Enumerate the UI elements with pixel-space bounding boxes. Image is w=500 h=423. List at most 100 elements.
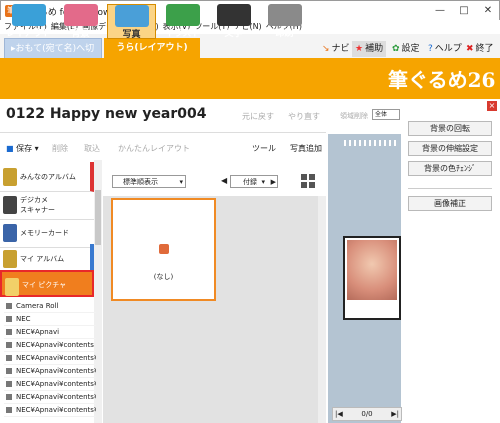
folder-item[interactable]: NEC¥Apnavi¥contents¥... bbox=[4, 365, 96, 378]
toolbar-layout-label: レイアウト bbox=[5, 29, 51, 39]
toolbar-photo-label: 写真 bbox=[122, 30, 141, 40]
layout-icon bbox=[11, 4, 46, 26]
tools-button[interactable]: ツール bbox=[252, 143, 276, 154]
toolbar-layout-button[interactable]: レイアウト bbox=[4, 4, 53, 39]
photo-card[interactable]: (なし) bbox=[111, 198, 216, 301]
undo-button[interactable]: 元に戻す bbox=[242, 111, 274, 122]
navi-arrow-icon: ↘ bbox=[322, 44, 330, 54]
folder-item[interactable]: NEC¥Apnavi¥contents¥... bbox=[4, 378, 96, 391]
question-icon: ? bbox=[428, 44, 433, 54]
tab-front-address[interactable]: ▸おもて(宛て名)へ切替 bbox=[4, 38, 102, 74]
sidebar-item-label: マイ ピクチャ bbox=[22, 281, 67, 289]
image-correction-button[interactable]: 画像補正 bbox=[408, 196, 492, 211]
grid-view-icon[interactable] bbox=[300, 173, 316, 189]
chevron-down-icon: ▾ bbox=[261, 178, 265, 186]
document-title: 0122 Happy new year004 bbox=[6, 106, 207, 122]
toolbar-photo-button[interactable]: 写真 bbox=[107, 4, 156, 40]
zoom-select[interactable]: 全体 bbox=[372, 109, 400, 120]
sidebar-item-everyone-album[interactable]: みんなのアルバム bbox=[0, 162, 94, 192]
toolbar-text-button[interactable]: 文字 bbox=[209, 4, 258, 39]
next-arrow-icon: ▶ bbox=[270, 178, 276, 186]
sidebar-scroll-thumb[interactable] bbox=[95, 190, 101, 245]
sidebar-item-camera-scanner[interactable]: デジカメ スキャナー bbox=[0, 190, 94, 220]
toolbar-print-button[interactable]: 印刷 bbox=[260, 4, 309, 39]
toolbar-text-label: 文字 bbox=[224, 29, 243, 39]
folder-item[interactable]: NEC bbox=[4, 313, 96, 326]
folder-item[interactable]: NEC¥Apnavi¥contents bbox=[4, 339, 96, 352]
toolbar-background-button[interactable]: 背景 bbox=[56, 4, 105, 39]
album-icon bbox=[3, 250, 17, 268]
assist-label: 補助 bbox=[365, 44, 384, 54]
album-icon bbox=[3, 168, 17, 186]
prev-arrow-icon[interactable]: ◀ bbox=[221, 176, 227, 185]
delete-button[interactable]: 削除 bbox=[52, 143, 68, 154]
floppy-icon: ■ bbox=[6, 144, 14, 153]
navi-label: ナビ bbox=[331, 44, 350, 54]
maximize-button[interactable]: □ bbox=[453, 3, 475, 18]
sidebar-item-label: マイ アルバム bbox=[20, 255, 65, 263]
sort-select[interactable]: 標準順表示 ▾ bbox=[112, 175, 186, 188]
x-icon: ✖ bbox=[466, 44, 474, 54]
navi-button[interactable]: ↘ ナビ bbox=[322, 41, 350, 57]
divider bbox=[408, 188, 492, 189]
printer-icon bbox=[267, 4, 302, 26]
quit-button[interactable]: ✖ 終了 bbox=[466, 41, 494, 57]
illustration-icon bbox=[165, 4, 200, 26]
folder-item[interactable]: NEC¥Apnavi¥contents¥... bbox=[4, 391, 96, 404]
brand-logo: 筆ぐるめ26 bbox=[388, 68, 496, 92]
text-icon bbox=[216, 4, 251, 26]
folder-item[interactable]: NEC¥Apnavi¥contents¥... bbox=[4, 352, 96, 365]
save-button[interactable]: ■ 保存 ▾ bbox=[6, 143, 39, 154]
thumbnail-scrollbar[interactable] bbox=[318, 196, 326, 423]
toolbar-print-label: 印刷 bbox=[275, 29, 294, 39]
memory-card-icon bbox=[3, 224, 17, 242]
card-label: (なし) bbox=[153, 273, 174, 281]
sidebar-item-label: デジカメ スキャナー bbox=[20, 196, 55, 214]
change-background-color-button[interactable]: 背景の色ﾁｪﾝｼﾞ bbox=[408, 161, 492, 176]
sidebar-item-label: メモリーカード bbox=[20, 229, 69, 237]
date-select[interactable]: 付録 ▾ ▶ bbox=[230, 175, 278, 188]
rotate-background-button[interactable]: 背景の回転 bbox=[408, 121, 492, 136]
sidebar-item-my-pictures[interactable]: マイ ピクチャ bbox=[0, 270, 94, 297]
quit-label: 終了 bbox=[475, 44, 494, 54]
preview-photo bbox=[347, 240, 397, 300]
folder-item[interactable]: NEC¥Apnavi bbox=[4, 326, 96, 339]
photo-icon bbox=[114, 5, 149, 27]
background-icon bbox=[63, 4, 98, 26]
sort-select-value: 標準順表示 bbox=[123, 178, 158, 186]
close-window-button[interactable]: ✕ bbox=[477, 3, 499, 18]
last-page-icon: ▶| bbox=[391, 410, 399, 418]
save-label: 保存 bbox=[16, 144, 33, 153]
gear-icon: ✿ bbox=[392, 44, 400, 54]
minimize-button[interactable]: — bbox=[429, 3, 451, 18]
toolbar-illustration-button[interactable]: イラスト bbox=[158, 4, 207, 39]
first-page-icon: |◀ bbox=[335, 410, 343, 418]
sidebar-item-label: みんなのアルバム bbox=[20, 173, 76, 181]
page-count: 0/0 bbox=[361, 410, 373, 418]
page-indicator[interactable]: |◀ 0/0 ▶| bbox=[332, 407, 402, 421]
star-icon: ★ bbox=[355, 44, 364, 54]
toolbar-illustration-label: イラスト bbox=[164, 29, 201, 39]
divider bbox=[0, 132, 326, 133]
camera-icon bbox=[3, 196, 17, 214]
settings-button[interactable]: ✿ 設定 bbox=[392, 41, 420, 57]
import-button[interactable]: 取込 bbox=[84, 143, 100, 154]
folder-item[interactable]: NEC¥Apnavi¥contents¥... bbox=[4, 404, 96, 417]
toolbar-background-label: 背景 bbox=[71, 29, 90, 39]
folder-icon bbox=[5, 278, 19, 296]
close-panel-icon[interactable]: × bbox=[487, 101, 497, 111]
stretch-background-button[interactable]: 背景の伸縮設定 bbox=[408, 141, 492, 156]
add-photo-button[interactable]: 写真追加 bbox=[290, 143, 322, 154]
help-label: ヘルプ bbox=[434, 44, 462, 54]
area-delete-button[interactable]: 領域削除 bbox=[340, 111, 368, 121]
chevron-down-icon: ▾ bbox=[179, 178, 183, 186]
help-button[interactable]: ? ヘルプ bbox=[428, 41, 462, 57]
tab-back-layout[interactable]: うら(レイアウト) bbox=[104, 38, 200, 58]
easy-layout-button[interactable]: かんたんレイアウト bbox=[118, 143, 190, 154]
settings-label: 設定 bbox=[401, 44, 420, 54]
redo-button[interactable]: やり直す bbox=[288, 111, 320, 122]
folder-item[interactable]: Camera Roll bbox=[4, 300, 96, 313]
date-select-value: 付録 bbox=[243, 178, 257, 186]
assist-button[interactable]: ★ 補助 bbox=[352, 41, 387, 57]
image-placeholder-icon bbox=[159, 244, 169, 254]
